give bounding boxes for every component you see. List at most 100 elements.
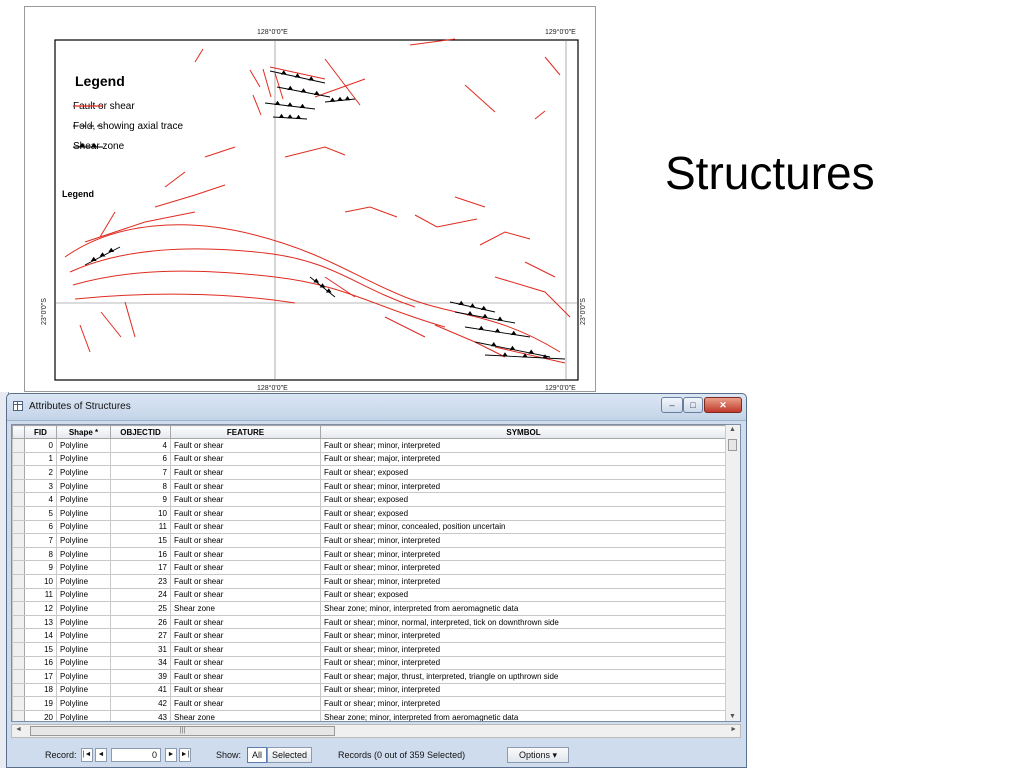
cell-symbol[interactable]: Fault or shear; minor, interpreted <box>320 655 727 671</box>
cell-shape[interactable]: Polyline <box>56 451 111 467</box>
row-selector[interactable] <box>12 641 25 657</box>
cell-feature[interactable]: Fault or shear <box>170 560 321 575</box>
cell-symbol[interactable]: Fault or shear; minor, interpreted <box>320 560 727 575</box>
cell-feature[interactable]: Fault or shear <box>170 478 321 494</box>
cell-objectid[interactable]: 41 <box>110 682 171 698</box>
cell-fid[interactable]: 11 <box>24 587 57 603</box>
cell-feature[interactable]: Shear zone <box>170 601 321 616</box>
cell-fid[interactable]: 3 <box>24 478 57 494</box>
cell-symbol[interactable]: Fault or shear; minor, interpreted <box>320 682 727 698</box>
scroll-right-icon[interactable]: ► <box>730 726 737 733</box>
table-row[interactable]: 2 Polyline 7 Fault or shear Fault or shear; … <box>12 465 727 480</box>
row-selector[interactable] <box>12 628 25 643</box>
cell-objectid[interactable]: 39 <box>110 669 171 684</box>
cell-feature[interactable]: Fault or shear <box>170 492 321 507</box>
column-header-fid[interactable]: FID <box>24 425 57 439</box>
cell-objectid[interactable]: 34 <box>110 655 171 671</box>
cell-shape[interactable]: Polyline <box>56 669 111 684</box>
cell-feature[interactable]: Fault or shear <box>170 655 321 671</box>
table-row[interactable]: 13 Polyline 26 Fault or shear Fault or shear… <box>12 614 727 630</box>
horizontal-scroll-thumb[interactable]: ||| <box>30 726 335 736</box>
cell-symbol[interactable]: Fault or shear; minor, interpreted <box>320 641 727 657</box>
cell-fid[interactable]: 6 <box>24 519 57 535</box>
cell-shape[interactable]: Polyline <box>56 465 111 480</box>
cell-symbol[interactable]: Fault or shear; minor, interpreted <box>320 533 727 548</box>
cell-feature[interactable]: Fault or shear <box>170 669 321 684</box>
cell-objectid[interactable]: 31 <box>110 641 171 657</box>
cell-shape[interactable]: Polyline <box>56 709 111 721</box>
cell-objectid[interactable]: 9 <box>110 492 171 507</box>
cell-fid[interactable]: 4 <box>24 492 57 507</box>
cell-shape[interactable]: Polyline <box>56 614 111 630</box>
cell-symbol[interactable]: Fault or shear; exposed <box>320 492 727 507</box>
table-row[interactable]: 8 Polyline 16 Fault or shear Fault or shear;… <box>12 546 727 562</box>
cell-fid[interactable]: 9 <box>24 560 57 575</box>
options-button[interactable]: Options ▾ <box>507 747 569 763</box>
table-row[interactable]: 1 Polyline 6 Fault or shear Fault or shear; … <box>12 451 727 467</box>
show-selected-button[interactable]: Selected <box>267 747 313 763</box>
cell-objectid[interactable]: 11 <box>110 519 171 535</box>
row-selector[interactable] <box>12 682 25 698</box>
attribute-grid[interactable]: FID Shape * OBJECTID FEATURE SYMBOL 0 Pol… <box>11 424 741 722</box>
row-selector[interactable] <box>12 546 25 562</box>
maximize-button[interactable]: □ <box>683 397 703 413</box>
previous-record-button[interactable]: ◄ <box>95 748 107 762</box>
table-row[interactable]: 5 Polyline 10 Fault or shear Fault or shear;… <box>12 505 727 521</box>
cell-feature[interactable]: Fault or shear <box>170 451 321 467</box>
cell-shape[interactable]: Polyline <box>56 682 111 698</box>
cell-shape[interactable]: Polyline <box>56 696 111 711</box>
cell-objectid[interactable]: 23 <box>110 573 171 589</box>
row-selector[interactable] <box>12 451 25 467</box>
cell-shape[interactable]: Polyline <box>56 492 111 507</box>
cell-symbol[interactable]: Shear zone; minor, interpreted from aero… <box>320 709 727 721</box>
cell-objectid[interactable]: 16 <box>110 546 171 562</box>
cell-symbol[interactable]: Fault or shear; minor, normal, interpret… <box>320 614 727 630</box>
cell-feature[interactable]: Fault or shear <box>170 465 321 480</box>
window-titlebar[interactable]: Attributes of Structures – □ ✕ <box>7 394 746 421</box>
column-header-feature[interactable]: FEATURE <box>170 425 321 439</box>
cell-fid[interactable]: 20 <box>24 709 57 721</box>
cell-objectid[interactable]: 42 <box>110 696 171 711</box>
cell-feature[interactable]: Fault or shear <box>170 438 321 453</box>
first-record-button[interactable]: |◄ <box>81 748 93 762</box>
cell-feature[interactable]: Shear zone <box>170 709 321 721</box>
cell-feature[interactable]: Fault or shear <box>170 628 321 643</box>
column-header-shape[interactable]: Shape * <box>56 425 111 439</box>
column-header-objectid[interactable]: OBJECTID <box>110 425 171 439</box>
cell-symbol[interactable]: Fault or shear; minor, interpreted <box>320 573 727 589</box>
row-selector[interactable] <box>12 533 25 548</box>
cell-fid[interactable]: 17 <box>24 669 57 684</box>
row-selector[interactable] <box>12 669 25 684</box>
cell-shape[interactable]: Polyline <box>56 519 111 535</box>
cell-shape[interactable]: Polyline <box>56 641 111 657</box>
cell-symbol[interactable]: Fault or shear; exposed <box>320 465 727 480</box>
cell-symbol[interactable]: Fault or shear; minor, interpreted <box>320 546 727 562</box>
scroll-left-icon[interactable]: ◄ <box>15 726 22 733</box>
cell-shape[interactable]: Polyline <box>56 587 111 603</box>
table-row[interactable]: 17 Polyline 39 Fault or shear Fault or shear… <box>12 669 727 684</box>
cell-objectid[interactable]: 15 <box>110 533 171 548</box>
row-selector[interactable] <box>12 587 25 603</box>
table-row[interactable]: 0 Polyline 4 Fault or shear Fault or shear; … <box>12 438 727 453</box>
cell-fid[interactable]: 2 <box>24 465 57 480</box>
row-selector[interactable] <box>12 492 25 507</box>
cell-objectid[interactable]: 8 <box>110 478 171 494</box>
table-row[interactable]: 6 Polyline 11 Fault or shear Fault or shear;… <box>12 519 727 535</box>
row-selector[interactable] <box>12 478 25 494</box>
row-selector[interactable] <box>12 696 25 711</box>
table-row[interactable]: 18 Polyline 41 Fault or shear Fault or shear… <box>12 682 727 698</box>
cell-feature[interactable]: Fault or shear <box>170 682 321 698</box>
row-selector[interactable] <box>12 560 25 575</box>
row-selector[interactable] <box>12 709 25 721</box>
row-selector[interactable] <box>12 601 25 616</box>
cell-objectid[interactable]: 27 <box>110 628 171 643</box>
table-row[interactable]: 10 Polyline 23 Fault or shear Fault or shear… <box>12 573 727 589</box>
cell-feature[interactable]: Fault or shear <box>170 533 321 548</box>
cell-fid[interactable]: 1 <box>24 451 57 467</box>
cell-symbol[interactable]: Fault or shear; major, thrust, interpret… <box>320 669 727 684</box>
table-row[interactable]: 19 Polyline 42 Fault or shear Fault or shear… <box>12 696 727 711</box>
cell-fid[interactable]: 13 <box>24 614 57 630</box>
cell-feature[interactable]: Fault or shear <box>170 573 321 589</box>
next-record-button[interactable]: ► <box>165 748 177 762</box>
scroll-up-icon[interactable]: ▲ <box>729 426 736 433</box>
